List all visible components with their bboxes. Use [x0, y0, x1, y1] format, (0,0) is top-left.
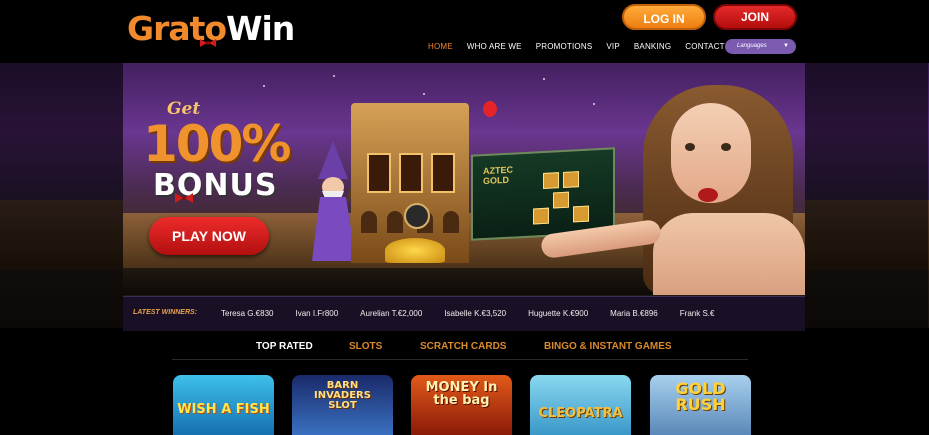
woman-shoulders-illustration: [653, 213, 805, 295]
ticker-fade: [765, 297, 805, 331]
nav-vip[interactable]: VIP: [606, 42, 620, 51]
login-button[interactable]: LOG IN: [622, 4, 706, 30]
game-tile-gold-rush[interactable]: GOLD RUSH: [650, 375, 751, 435]
nav-contact[interactable]: CONTACT: [685, 42, 724, 51]
reel: [431, 153, 455, 193]
arch-window: [361, 211, 377, 233]
language-select[interactable]: Languages ▼: [725, 39, 796, 54]
aztec-title-line2: GOLD: [483, 174, 509, 187]
latest-winners-label: LATEST WINNERS:: [133, 309, 198, 316]
game-tile-barn-invaders[interactable]: BARN INVADERS SLOT: [292, 375, 393, 435]
latest-winners-ticker: LATEST WINNERS: Teresa G.€830 Ivan I.Fr8…: [123, 296, 805, 331]
game-tile-money-in-the-bag[interactable]: MONEY In the bag: [411, 375, 512, 435]
join-button[interactable]: JOIN: [713, 4, 797, 30]
game-tile-wish-a-fish[interactable]: WISH A FISH: [173, 375, 274, 435]
tab-top-rated[interactable]: TOP RATED: [256, 341, 313, 352]
winner-item: Huguette K.€900: [528, 309, 589, 318]
bow-tie-icon: [175, 193, 193, 203]
tab-bingo-instant-games[interactable]: BINGO & INSTANT GAMES: [544, 341, 672, 352]
clock-icon: [404, 203, 430, 229]
winner-item: Maria B.€896: [610, 309, 658, 318]
star: [263, 85, 265, 87]
balloon-icon: [483, 101, 497, 117]
game-title: BARN INVADERS SLOT: [314, 380, 371, 411]
winner-item: Teresa G.€830: [221, 309, 274, 318]
reel: [399, 153, 423, 193]
tab-scratch-cards[interactable]: SCRATCH CARDS: [420, 341, 506, 352]
hero-side-shade-left: [0, 63, 123, 328]
game-title: WISH A FISH: [177, 402, 270, 417]
game-tile-cleopatra[interactable]: CLEOPATRA: [530, 375, 631, 435]
symbol-cell: [553, 191, 569, 209]
nav-who-are-we[interactable]: WHO ARE WE: [467, 42, 522, 51]
star: [593, 103, 595, 105]
winner-item: Frank S.€: [679, 309, 715, 318]
symbol-cell: [573, 205, 589, 223]
star: [423, 93, 425, 95]
tab-slots[interactable]: SLOTS: [349, 341, 382, 352]
promo-percent-text: 100%: [143, 115, 291, 173]
language-select-label: Languages: [737, 43, 767, 49]
game-category-tabs: TOP RATED SLOTS SCRATCH CARDS BINGO & IN…: [172, 331, 748, 360]
nav-banking[interactable]: BANKING: [634, 42, 671, 51]
woman-mouth: [698, 188, 718, 202]
main-nav: HOME WHO ARE WE PROMOTIONS VIP BANKING C…: [428, 42, 739, 51]
nav-home[interactable]: HOME: [428, 42, 453, 51]
game-title: MONEY In the bag: [425, 380, 498, 408]
site-logo[interactable]: GratoWin: [127, 9, 295, 48]
symbol-cell: [543, 172, 559, 189]
winners-list: Teresa G.€830 Ivan I.Fr800 Aurelian T.€2…: [221, 309, 736, 318]
star: [543, 78, 545, 80]
woman-eye: [685, 143, 695, 151]
chevron-down-icon: ▼: [783, 43, 789, 49]
site-header: GratoWin LOG IN JOIN HOME WHO ARE WE PRO…: [0, 0, 929, 63]
logo-text-win: Win: [226, 9, 295, 48]
hero-side-shade-right: [805, 63, 928, 328]
symbol-cell: [533, 207, 549, 225]
arch-window: [443, 211, 459, 233]
promo-bonus-text: BONUS: [153, 168, 278, 203]
aztec-gold-game-screen: AZTEC GOLD: [471, 147, 615, 241]
woman-eye: [721, 143, 731, 151]
winner-item: Isabelle K.€3,520: [444, 309, 507, 318]
promo-banner[interactable]: Get 100% BONUS PLAY NOW AZTEC GOLD: [123, 63, 805, 295]
winner-item: Aurelian T.€2,000: [360, 309, 423, 318]
arch-window: [387, 211, 403, 233]
symbol-cell: [563, 171, 579, 188]
reel: [367, 153, 391, 193]
game-title: GOLD RUSH: [675, 379, 726, 414]
star: [333, 75, 335, 77]
gold-coins-illustration: [385, 238, 445, 263]
nav-promotions[interactable]: PROMOTIONS: [536, 42, 593, 51]
game-title: CLEOPATRA: [538, 406, 623, 421]
bow-tie-icon: [200, 39, 216, 47]
aztec-gold-title: AZTEC GOLD: [483, 165, 513, 187]
play-now-button[interactable]: PLAY NOW: [149, 217, 269, 255]
winner-item: Ivan I.Fr800: [295, 309, 339, 318]
